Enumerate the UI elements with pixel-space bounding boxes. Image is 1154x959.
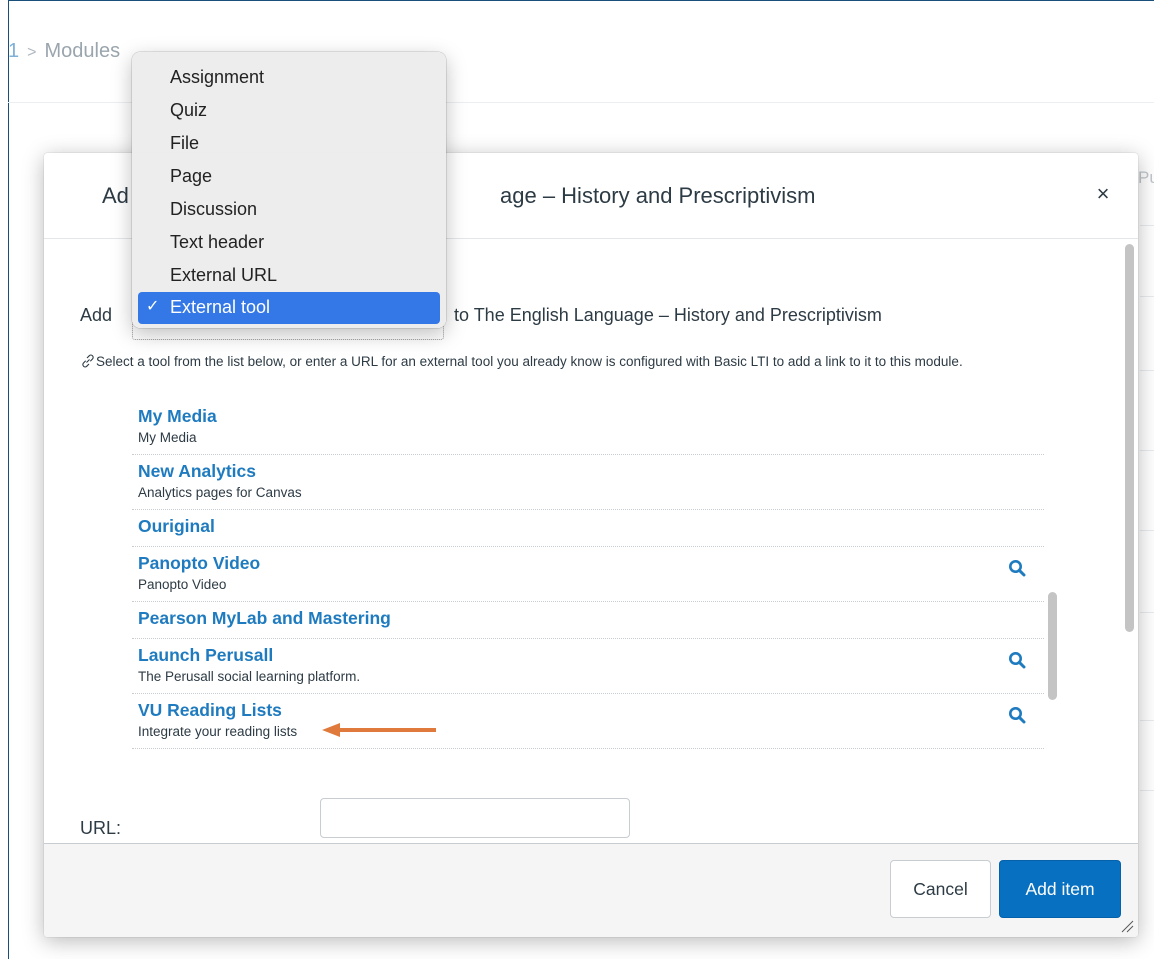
checkmark-icon: ✓ bbox=[146, 298, 160, 315]
tool-name[interactable]: Panopto Video bbox=[138, 551, 1044, 575]
link-icon bbox=[82, 354, 94, 368]
menu-item-page[interactable]: Page bbox=[132, 160, 446, 193]
tool-item-vu-reading-lists[interactable]: VU Reading Lists Integrate your reading … bbox=[132, 694, 1044, 749]
tool-name[interactable]: Ouriginal bbox=[138, 514, 1044, 538]
resize-handle-icon[interactable] bbox=[1120, 919, 1134, 933]
scrollbar-thumb[interactable] bbox=[1048, 592, 1057, 700]
search-icon[interactable] bbox=[1008, 559, 1026, 577]
instructions-text: Select a tool from the list below, or en… bbox=[96, 354, 963, 369]
tool-description: Panopto Video bbox=[138, 577, 227, 592]
tool-name[interactable]: New Analytics bbox=[138, 459, 1044, 483]
breadcrumb-separator-icon: > bbox=[27, 44, 37, 61]
menu-item-label: External tool bbox=[170, 297, 271, 317]
scrollbar-thumb[interactable] bbox=[1125, 244, 1134, 632]
background-row-divider bbox=[1140, 225, 1154, 226]
tool-description: Analytics pages for Canvas bbox=[138, 485, 302, 500]
menu-item-external-url[interactable]: External URL bbox=[132, 259, 446, 292]
tool-description: The Perusall social learning platform. bbox=[138, 669, 361, 684]
dialog-footer: Cancel Add item bbox=[44, 843, 1138, 937]
background-row-divider bbox=[1140, 720, 1154, 721]
tool-name[interactable]: VU Reading Lists bbox=[138, 698, 1044, 722]
tool-item-launch-perusall[interactable]: Launch Perusall The Perusall social lear… bbox=[132, 639, 1044, 694]
cancel-button[interactable]: Cancel bbox=[890, 860, 991, 918]
background-row-divider bbox=[1140, 530, 1154, 531]
breadcrumb: 1 > Modules bbox=[8, 40, 120, 63]
dialog-title-start: Ad bbox=[102, 183, 129, 208]
tool-item-my-media[interactable]: My Media My Media bbox=[132, 400, 1044, 455]
tool-name[interactable]: Pearson MyLab and Mastering bbox=[138, 606, 1044, 630]
search-icon[interactable] bbox=[1008, 651, 1026, 669]
dialog-title-end: age – History and Prescriptivism bbox=[500, 183, 816, 208]
menu-item-text-header[interactable]: Text header bbox=[132, 226, 446, 259]
tool-name[interactable]: My Media bbox=[138, 404, 1044, 428]
background-row-divider bbox=[1140, 296, 1154, 297]
breadcrumb-current: Modules bbox=[44, 40, 121, 62]
background-row-divider bbox=[1140, 612, 1154, 613]
tool-name[interactable]: Launch Perusall bbox=[138, 643, 1044, 667]
tool-item-pearson-mylab[interactable]: Pearson MyLab and Mastering bbox=[132, 602, 1044, 639]
external-tool-list: My Media My Media New Analytics Analytic… bbox=[132, 400, 1044, 776]
item-type-dropdown-menu: Assignment Quiz File Page Discussion Tex… bbox=[132, 52, 446, 328]
add-item-button[interactable]: Add item bbox=[999, 860, 1121, 918]
tool-item-new-analytics[interactable]: New Analytics Analytics pages for Canvas bbox=[132, 455, 1044, 510]
url-input[interactable] bbox=[320, 798, 630, 838]
menu-item-assignment[interactable]: Assignment bbox=[132, 61, 446, 94]
annotation-arrow-icon bbox=[322, 723, 436, 737]
add-label: Add bbox=[80, 305, 113, 325]
add-row: Add to The English Language – History an… bbox=[80, 305, 882, 326]
tool-item-panopto-video[interactable]: Panopto Video Panopto Video bbox=[132, 547, 1044, 602]
background-publish-label: Pu bbox=[1138, 168, 1154, 187]
dialog-scrollbar[interactable] bbox=[1125, 244, 1134, 838]
close-button[interactable]: × bbox=[1090, 181, 1116, 207]
background-row-divider bbox=[1140, 370, 1154, 371]
tool-list-scrollbar[interactable] bbox=[1048, 400, 1057, 776]
menu-item-discussion[interactable]: Discussion bbox=[132, 193, 446, 226]
tool-item-ouriginal[interactable]: Ouriginal bbox=[132, 510, 1044, 547]
tool-description: Integrate your reading lists bbox=[138, 724, 298, 739]
menu-item-external-tool[interactable]: ✓ External tool bbox=[138, 292, 440, 324]
search-icon[interactable] bbox=[1008, 706, 1026, 724]
menu-item-quiz[interactable]: Quiz bbox=[132, 94, 446, 127]
breadcrumb-course-link[interactable]: 1 bbox=[8, 40, 19, 62]
instructions: Select a tool from the list below, or en… bbox=[80, 352, 1080, 371]
tool-description: My Media bbox=[138, 430, 197, 445]
menu-item-file[interactable]: File bbox=[132, 127, 446, 160]
dialog-body: Add to The English Language – History an… bbox=[44, 240, 1138, 843]
background-row-divider bbox=[1140, 790, 1154, 791]
dialog-title: Ad age – History and Prescriptivism bbox=[102, 183, 815, 209]
target-module-text: to The English Language – History and Pr… bbox=[454, 305, 882, 325]
background-row-divider bbox=[1140, 450, 1154, 451]
url-label: URL: bbox=[80, 818, 122, 838]
